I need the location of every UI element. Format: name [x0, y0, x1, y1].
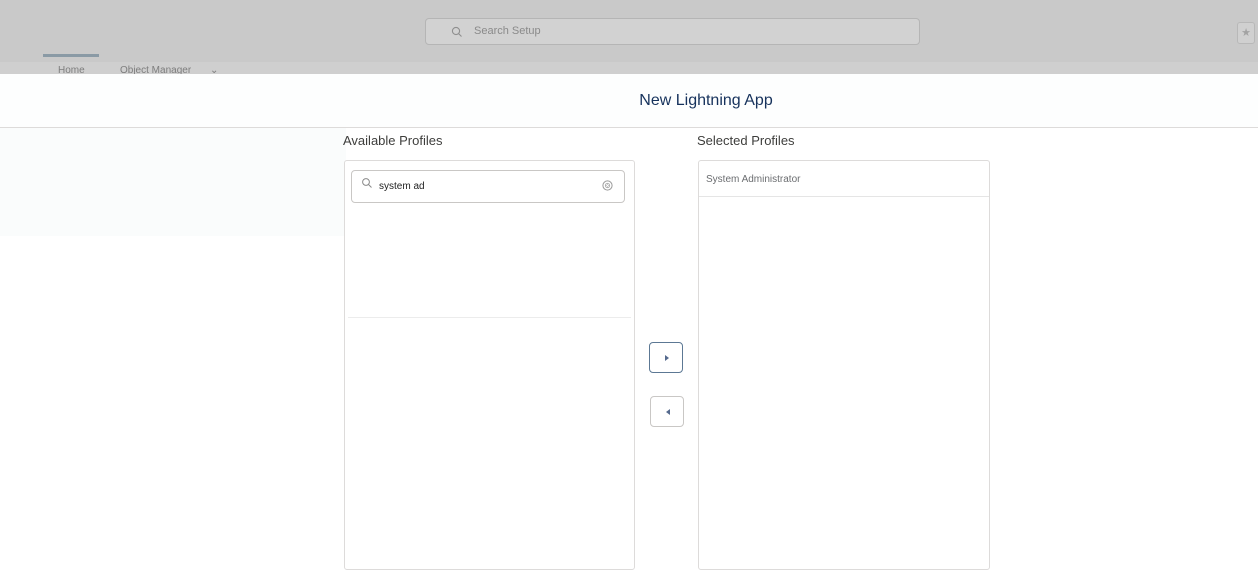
selected-profiles-label: Selected Profiles — [697, 133, 795, 148]
chevron-right-icon — [665, 355, 669, 361]
setup-search-input[interactable]: Search Setup — [425, 18, 920, 45]
move-to-selected-button[interactable] — [649, 342, 683, 373]
chevron-left-icon — [666, 409, 670, 415]
search-icon — [362, 178, 372, 188]
search-placeholder: Search Setup — [474, 25, 541, 37]
favorites-star-icon[interactable]: ★ — [1237, 22, 1255, 44]
available-profiles-list[interactable] — [344, 160, 635, 570]
selected-profiles-list[interactable] — [698, 160, 990, 570]
list-divider — [348, 317, 631, 318]
chevron-down-icon[interactable]: ⌄ — [210, 65, 218, 74]
move-to-available-button[interactable] — [650, 396, 684, 427]
search-icon — [451, 26, 462, 37]
nav-tab-home[interactable]: Home — [58, 65, 85, 74]
available-profiles-label: Available Profiles — [343, 133, 443, 148]
backdrop-panel — [0, 128, 346, 236]
filter-input-value: system ad — [379, 181, 425, 192]
nav-tab-object-manager[interactable]: Object Manager — [120, 65, 191, 74]
nav-active-indicator — [43, 54, 99, 57]
clear-icon[interactable] — [602, 180, 613, 191]
selected-profile-label: System Administrator — [706, 174, 801, 185]
modal-title: New Lightning App — [639, 92, 773, 109]
